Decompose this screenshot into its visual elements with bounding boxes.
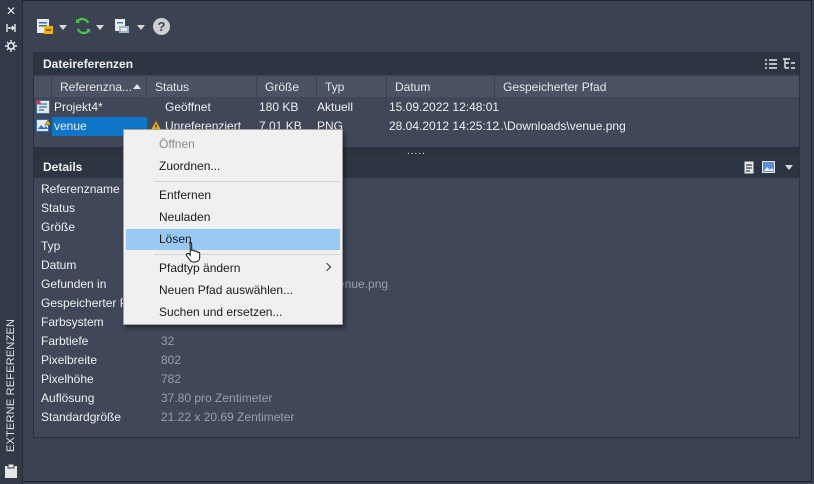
- menu-item-search-replace[interactable]: Suchen und ersetzen...: [126, 302, 340, 323]
- help-icon: ?: [153, 18, 170, 35]
- column-header-saved-path[interactable]: Gespeicherter Pfad: [495, 77, 799, 97]
- sort-ascending-icon: [133, 84, 141, 89]
- auto-hide-icon[interactable]: [3, 22, 19, 36]
- detail-label: Farbsystem: [41, 315, 104, 329]
- row-date: 15.09.2022 12:48:01: [389, 100, 500, 114]
- refresh-button[interactable]: [74, 14, 106, 40]
- row-path: ..\Downloads\venue.png: [497, 119, 626, 133]
- panel-title: Details: [43, 160, 83, 174]
- column-header-status[interactable]: Status: [147, 77, 257, 97]
- detail-label: Typ: [41, 239, 61, 253]
- column-header-blank: [34, 77, 52, 97]
- chevron-right-icon: [322, 262, 332, 272]
- chevron-down-icon: [59, 25, 67, 30]
- drawing-file-icon: [36, 100, 50, 117]
- menu-item-select-new-path[interactable]: Neuen Pfad auswählen...: [126, 280, 340, 301]
- panel-title: Dateireferenzen: [43, 57, 134, 71]
- menu-separator: [154, 181, 340, 182]
- row-date: 28.04.2012 14:25:12: [389, 119, 500, 133]
- palette-strip: ✕ EXTERNE REFERENZEN: [0, 0, 23, 484]
- menu-separator: [154, 254, 340, 255]
- change-path-icon: [113, 17, 131, 38]
- column-label: Referenzna...: [60, 80, 133, 94]
- detail-value-default-size: 21.22 x 20.69 Zentimeter: [161, 410, 295, 424]
- palette-title: EXTERNE REFERENZEN: [5, 318, 17, 452]
- preview-view-icon[interactable]: [762, 161, 775, 176]
- refresh-icon: [74, 17, 92, 38]
- column-header-size[interactable]: Größe: [257, 77, 317, 97]
- column-header-type[interactable]: Typ: [317, 77, 387, 97]
- detail-label: Farbtiefe: [41, 334, 89, 348]
- row-type: Aktuell: [317, 100, 354, 114]
- table-row[interactable]: Projekt4* Geöffnet 180 KB Aktuell 15.09.…: [34, 98, 799, 117]
- close-icon[interactable]: ✕: [3, 4, 19, 18]
- chevron-down-icon: [96, 25, 104, 30]
- detail-label: Größe: [41, 220, 76, 234]
- menu-item-attach[interactable]: Zuordnen...: [126, 156, 340, 177]
- chevron-down-icon[interactable]: [785, 165, 793, 170]
- clipboard-icon: [4, 463, 18, 479]
- panel-header: Dateireferenzen: [34, 53, 799, 75]
- detail-label: Standardgröße: [41, 410, 122, 424]
- detail-value-color-depth: 32: [161, 334, 175, 348]
- menu-item-reload[interactable]: Neuladen: [126, 207, 340, 228]
- detail-value-pixel-width: 802: [161, 353, 182, 367]
- menu-item-change-path-type[interactable]: Pfadtyp ändern: [126, 258, 340, 279]
- detail-label: Referenzname: [41, 182, 120, 196]
- menu-item-open[interactable]: Öffnen: [126, 134, 340, 155]
- help-button[interactable]: ?: [153, 14, 173, 40]
- attach-dwg-icon: [36, 17, 54, 38]
- detail-label: Pixelhöhe: [41, 372, 94, 386]
- details-view-icon[interactable]: [744, 161, 756, 177]
- mouse-cursor-icon: [185, 241, 201, 266]
- detail-value-pixel-height: 782: [161, 372, 182, 386]
- image-file-icon: [36, 119, 52, 136]
- row-status: Geöffnet: [165, 100, 211, 114]
- detail-label: Auflösung: [41, 391, 95, 405]
- column-header-name[interactable]: Referenzna...: [52, 77, 147, 97]
- attach-button[interactable]: [36, 14, 68, 40]
- properties-icon[interactable]: [3, 40, 19, 54]
- change-path-button[interactable]: [113, 14, 147, 40]
- detail-value-resolution: 37.80 pro Zentimeter: [161, 391, 273, 405]
- list-view-icon[interactable]: [765, 58, 777, 73]
- tree-view-icon[interactable]: [783, 58, 795, 73]
- detail-label: Datum: [41, 258, 77, 272]
- detail-label: Pixelbreite: [41, 353, 98, 367]
- menu-item-detach[interactable]: Lösen: [126, 229, 340, 250]
- column-header-date[interactable]: Datum: [387, 77, 495, 97]
- context-menu: Öffnen Zuordnen... Entfernen Neuladen Lö…: [123, 129, 343, 325]
- chevron-down-icon: [137, 25, 145, 30]
- row-name: Projekt4*: [54, 100, 103, 114]
- row-size: 180 KB: [259, 100, 299, 114]
- detail-label: Status: [41, 201, 76, 215]
- detail-label: Gefunden in: [41, 277, 107, 291]
- menu-item-remove[interactable]: Entfernen: [126, 185, 340, 206]
